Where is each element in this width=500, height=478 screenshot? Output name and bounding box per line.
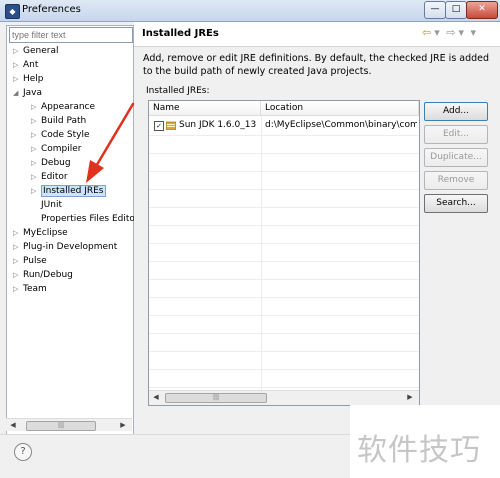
annotation-arrow: [86, 102, 135, 183]
